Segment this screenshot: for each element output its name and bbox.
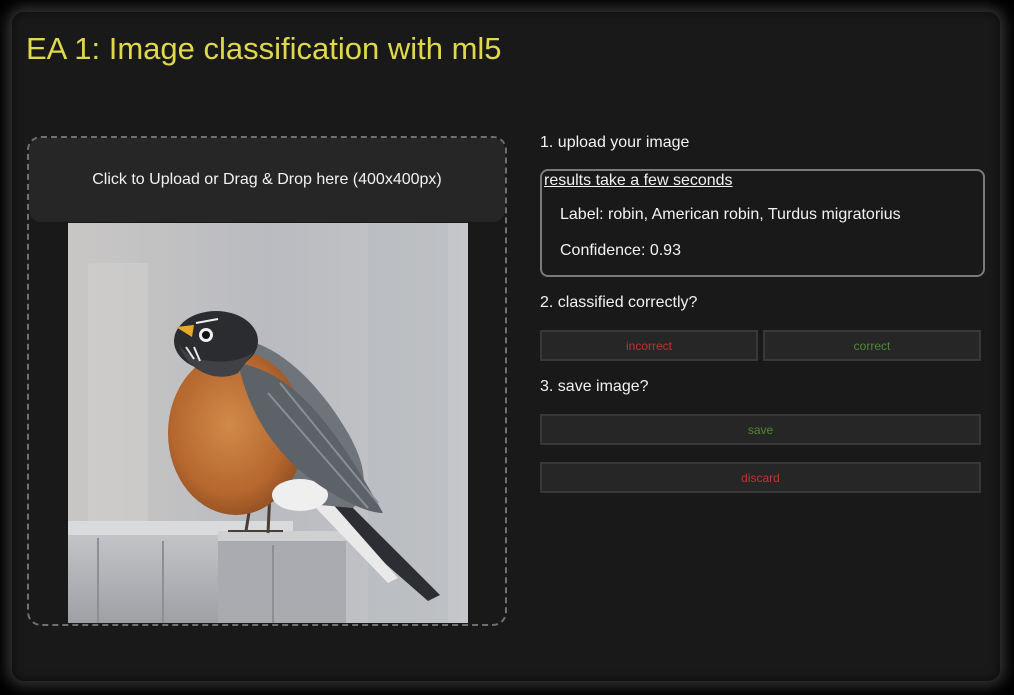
dropzone-label[interactable]: Click to Upload or Drag & Drop here (400… (29, 138, 505, 222)
uploaded-image-robin (68, 223, 468, 623)
image-dropzone[interactable]: Click to Upload or Drag & Drop here (400… (27, 136, 507, 626)
classification-label: Label: robin, American robin, Turdus mig… (560, 206, 901, 223)
step-3-label: 3. save image? (540, 378, 649, 395)
results-note: results take a few seconds (544, 172, 733, 189)
results-panel: results take a few seconds Label: robin,… (540, 169, 985, 277)
step-1-label: 1. upload your image (540, 134, 690, 151)
discard-button[interactable]: discard (540, 462, 981, 493)
step-2-label: 2. classified correctly? (540, 294, 698, 311)
incorrect-button[interactable]: incorrect (540, 330, 758, 361)
classification-confidence: Confidence: 0.93 (560, 242, 681, 259)
dropzone-label-text: Click to Upload or Drag & Drop here (400… (92, 171, 442, 188)
correct-button[interactable]: correct (763, 330, 981, 361)
page-title: EA 1: Image classification with ml5 (26, 31, 502, 66)
save-button[interactable]: save (540, 414, 981, 445)
